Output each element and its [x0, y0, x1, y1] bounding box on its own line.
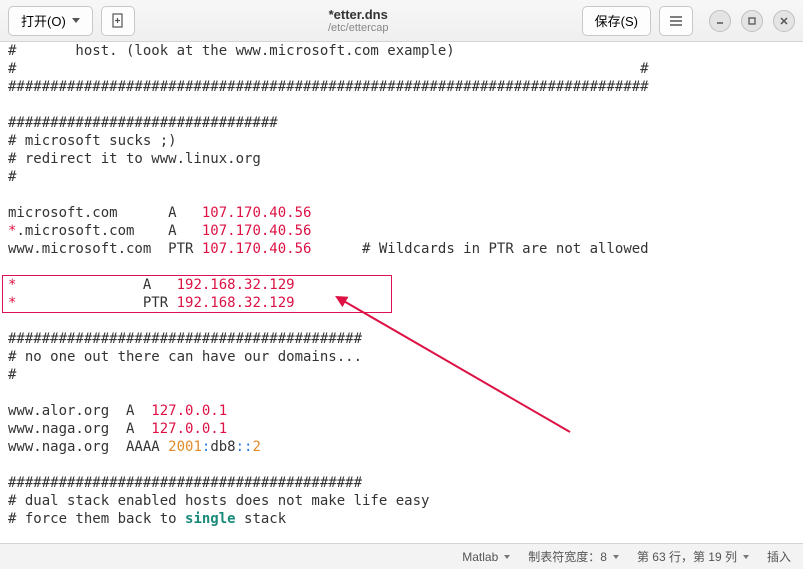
- file-path: /etc/ettercap: [143, 22, 574, 34]
- maximize-icon: [747, 16, 757, 26]
- editor-line: www.naga.org A 127.0.0.1: [8, 420, 795, 438]
- new-document-button[interactable]: [101, 6, 135, 36]
- maximize-button[interactable]: [741, 10, 763, 32]
- status-position-label: 第 63 行，第 19 列: [637, 548, 737, 565]
- close-icon: [779, 16, 789, 26]
- chevron-down-icon: [72, 18, 80, 23]
- editor-line: #: [8, 366, 795, 384]
- open-label: 打开(O): [21, 11, 66, 30]
- status-mode-label: 插入: [767, 548, 791, 565]
- hamburger-menu-button[interactable]: [659, 6, 693, 36]
- editor-line: www.alor.org A 127.0.0.1: [8, 402, 795, 420]
- status-tabwidth-label: 制表符宽度：8: [528, 548, 607, 565]
- editor-line: microsoft.com A 107.170.40.56: [8, 204, 795, 222]
- editor-line: [8, 96, 795, 114]
- editor-line: [8, 456, 795, 474]
- new-document-icon: [110, 13, 126, 29]
- chevron-down-icon: [743, 555, 749, 559]
- editor-line: ########################################…: [8, 330, 795, 348]
- editor-line: [8, 384, 795, 402]
- status-language[interactable]: Matlab: [462, 550, 510, 564]
- status-tabwidth[interactable]: 制表符宽度：8: [528, 548, 619, 565]
- editor-line: # dual stack enabled hosts does not make…: [8, 492, 795, 510]
- chevron-down-icon: [613, 555, 619, 559]
- minimize-icon: [715, 16, 725, 26]
- status-language-label: Matlab: [462, 550, 498, 564]
- editor-line: * A 192.168.32.129: [8, 276, 795, 294]
- editor-line: www.microsoft.com PTR 107.170.40.56 # Wi…: [8, 240, 795, 258]
- window-controls: [709, 10, 795, 32]
- editor-line: # no one out there can have our domains.…: [8, 348, 795, 366]
- save-button[interactable]: 保存(S): [582, 6, 651, 36]
- statusbar: Matlab 制表符宽度：8 第 63 行，第 19 列 插入: [0, 543, 803, 569]
- status-mode: 插入: [767, 548, 791, 565]
- title-block: *etter.dns /etc/ettercap: [143, 7, 574, 34]
- editor-line: # redirect it to www.linux.org: [8, 150, 795, 168]
- editor-line: #: [8, 168, 795, 186]
- hamburger-icon: [668, 13, 684, 29]
- editor-area[interactable]: # host. (look at the www.microsoft.com e…: [0, 42, 803, 543]
- editor-line: # force them back to single stack: [8, 510, 795, 528]
- editor-line: # microsoft sucks ;): [8, 132, 795, 150]
- editor-line: * PTR 192.168.32.129: [8, 294, 795, 312]
- file-title: *etter.dns: [143, 7, 574, 22]
- editor-line: ########################################…: [8, 78, 795, 96]
- editor-line: ########################################…: [8, 474, 795, 492]
- editor-line: *.microsoft.com A 107.170.40.56: [8, 222, 795, 240]
- chevron-down-icon: [504, 555, 510, 559]
- editor-line: [8, 258, 795, 276]
- save-label: 保存(S): [595, 11, 638, 30]
- editor-line: www.naga.org AAAA 2001:db8::2: [8, 438, 795, 456]
- close-button[interactable]: [773, 10, 795, 32]
- status-position[interactable]: 第 63 行，第 19 列: [637, 548, 749, 565]
- minimize-button[interactable]: [709, 10, 731, 32]
- editor-line: ################################: [8, 114, 795, 132]
- titlebar: 打开(O) *etter.dns /etc/ettercap 保存(S): [0, 0, 803, 42]
- editor-line: # #: [8, 60, 795, 78]
- editor-line: [8, 312, 795, 330]
- open-button[interactable]: 打开(O): [8, 6, 93, 36]
- editor-line: # host. (look at the www.microsoft.com e…: [8, 42, 795, 60]
- editor-line: [8, 186, 795, 204]
